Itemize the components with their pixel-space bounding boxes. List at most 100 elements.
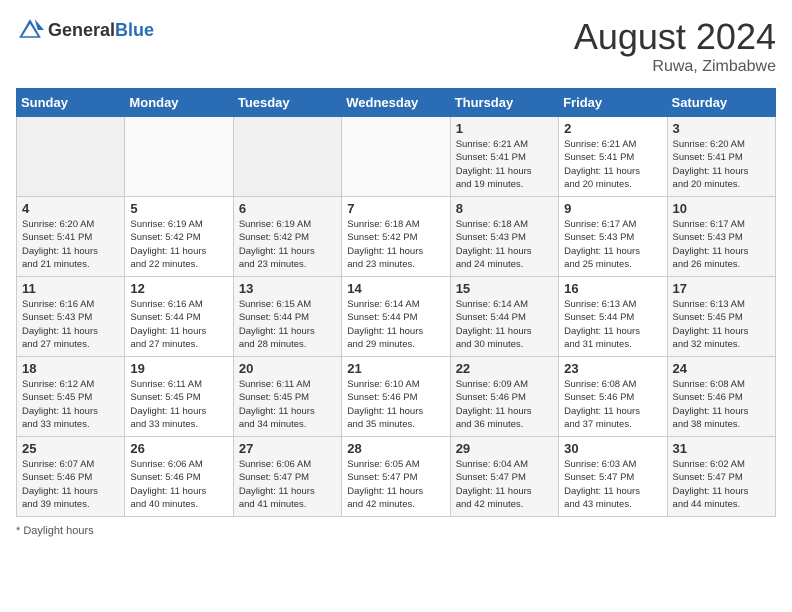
day-number: 25 [22, 441, 119, 456]
day-info: Sunrise: 6:06 AM Sunset: 5:47 PM Dayligh… [239, 458, 336, 511]
calendar-cell: 30Sunrise: 6:03 AM Sunset: 5:47 PM Dayli… [559, 437, 667, 517]
day-number: 17 [673, 281, 770, 296]
day-info: Sunrise: 6:20 AM Sunset: 5:41 PM Dayligh… [22, 218, 119, 271]
day-info: Sunrise: 6:20 AM Sunset: 5:41 PM Dayligh… [673, 138, 770, 191]
day-number: 24 [673, 361, 770, 376]
day-info: Sunrise: 6:16 AM Sunset: 5:44 PM Dayligh… [130, 298, 227, 351]
col-header-monday: Monday [125, 89, 233, 117]
calendar-cell: 6 Sunrise: 6:19 AM Sunset: 5:42 PM Daylig… [233, 197, 341, 277]
day-info: Sunrise: 6:21 AM Sunset: 5:41 PM Dayligh… [564, 138, 661, 191]
calendar-week-row: 11 Sunrise: 6:16 AM Sunset: 5:43 PM Dayli… [17, 277, 776, 357]
calendar-cell: 29Sunrise: 6:04 AM Sunset: 5:47 PM Dayli… [450, 437, 558, 517]
calendar-cell: 8 Sunrise: 6:18 AM Sunset: 5:43 PM Daylig… [450, 197, 558, 277]
calendar-cell [233, 117, 341, 197]
day-info: Sunrise: 6:18 AM Sunset: 5:43 PM Dayligh… [456, 218, 553, 271]
calendar-cell: 31Sunrise: 6:02 AM Sunset: 5:47 PM Dayli… [667, 437, 775, 517]
calendar-cell: 26Sunrise: 6:06 AM Sunset: 5:46 PM Dayli… [125, 437, 233, 517]
calendar-cell: 18Sunrise: 6:12 AM Sunset: 5:45 PM Dayli… [17, 357, 125, 437]
day-number: 4 [22, 201, 119, 216]
col-header-thursday: Thursday [450, 89, 558, 117]
calendar-cell [342, 117, 450, 197]
col-header-saturday: Saturday [667, 89, 775, 117]
calendar-week-row: 4 Sunrise: 6:20 AM Sunset: 5:41 PM Daylig… [17, 197, 776, 277]
header: GeneralBlue August 2024 Ruwa, Zimbabwe [16, 16, 776, 76]
day-info: Sunrise: 6:11 AM Sunset: 5:45 PM Dayligh… [239, 378, 336, 431]
footer-note: * Daylight hours [16, 525, 776, 537]
title-area: August 2024 Ruwa, Zimbabwe [574, 16, 776, 76]
day-number: 18 [22, 361, 119, 376]
day-number: 22 [456, 361, 553, 376]
day-number: 21 [347, 361, 444, 376]
col-header-wednesday: Wednesday [342, 89, 450, 117]
day-number: 10 [673, 201, 770, 216]
day-info: Sunrise: 6:09 AM Sunset: 5:46 PM Dayligh… [456, 378, 553, 431]
calendar-cell: 22 Sunrise: 6:09 AM Sunset: 5:46 PM Dayli… [450, 357, 558, 437]
day-number: 23 [564, 361, 661, 376]
logo-blue-text: Blue [115, 20, 154, 40]
col-header-sunday: Sunday [17, 89, 125, 117]
location-subtitle: Ruwa, Zimbabwe [574, 58, 776, 76]
day-number: 5 [130, 201, 227, 216]
day-info: Sunrise: 6:19 AM Sunset: 5:42 PM Dayligh… [239, 218, 336, 271]
logo-general-text: General [48, 20, 115, 40]
calendar-cell: 16Sunrise: 6:13 AM Sunset: 5:44 PM Dayli… [559, 277, 667, 357]
calendar-cell: 11 Sunrise: 6:16 AM Sunset: 5:43 PM Dayli… [17, 277, 125, 357]
day-number: 28 [347, 441, 444, 456]
day-info: Sunrise: 6:21 AM Sunset: 5:41 PM Dayligh… [456, 138, 553, 191]
calendar-cell: 2Sunrise: 6:21 AM Sunset: 5:41 PM Daylig… [559, 117, 667, 197]
day-number: 15 [456, 281, 553, 296]
calendar-cell: 19 Sunrise: 6:11 AM Sunset: 5:45 PM Dayli… [125, 357, 233, 437]
day-number: 3 [673, 121, 770, 136]
col-header-friday: Friday [559, 89, 667, 117]
day-info: Sunrise: 6:18 AM Sunset: 5:42 PM Dayligh… [347, 218, 444, 271]
calendar-cell: 12 Sunrise: 6:16 AM Sunset: 5:44 PM Dayli… [125, 277, 233, 357]
calendar-cell: 13Sunrise: 6:15 AM Sunset: 5:44 PM Dayli… [233, 277, 341, 357]
day-number: 30 [564, 441, 661, 456]
calendar-table: SundayMondayTuesdayWednesdayThursdayFrid… [16, 88, 776, 517]
calendar-cell: 23 Sunrise: 6:08 AM Sunset: 5:46 PM Dayli… [559, 357, 667, 437]
calendar-cell: 21Sunrise: 6:10 AM Sunset: 5:46 PM Dayli… [342, 357, 450, 437]
day-number: 31 [673, 441, 770, 456]
logo: GeneralBlue [16, 16, 154, 44]
day-info: Sunrise: 6:08 AM Sunset: 5:46 PM Dayligh… [673, 378, 770, 431]
day-number: 27 [239, 441, 336, 456]
day-info: Sunrise: 6:13 AM Sunset: 5:44 PM Dayligh… [564, 298, 661, 351]
calendar-cell [125, 117, 233, 197]
calendar-cell: 28 Sunrise: 6:05 AM Sunset: 5:47 PM Dayli… [342, 437, 450, 517]
calendar-cell: 4 Sunrise: 6:20 AM Sunset: 5:41 PM Daylig… [17, 197, 125, 277]
calendar-cell: 5Sunrise: 6:19 AM Sunset: 5:42 PM Daylig… [125, 197, 233, 277]
day-info: Sunrise: 6:14 AM Sunset: 5:44 PM Dayligh… [456, 298, 553, 351]
day-info: Sunrise: 6:17 AM Sunset: 5:43 PM Dayligh… [564, 218, 661, 271]
day-info: Sunrise: 6:04 AM Sunset: 5:47 PM Dayligh… [456, 458, 553, 511]
calendar-cell: 3 Sunrise: 6:20 AM Sunset: 5:41 PM Daylig… [667, 117, 775, 197]
day-number: 11 [22, 281, 119, 296]
calendar-week-row: 25 Sunrise: 6:07 AM Sunset: 5:46 PM Dayli… [17, 437, 776, 517]
day-number: 26 [130, 441, 227, 456]
day-number: 8 [456, 201, 553, 216]
day-number: 12 [130, 281, 227, 296]
day-info: Sunrise: 6:13 AM Sunset: 5:45 PM Dayligh… [673, 298, 770, 351]
calendar-cell: 24 Sunrise: 6:08 AM Sunset: 5:46 PM Dayli… [667, 357, 775, 437]
day-info: Sunrise: 6:16 AM Sunset: 5:43 PM Dayligh… [22, 298, 119, 351]
calendar-cell: 17 Sunrise: 6:13 AM Sunset: 5:45 PM Dayli… [667, 277, 775, 357]
day-info: Sunrise: 6:17 AM Sunset: 5:43 PM Dayligh… [673, 218, 770, 271]
calendar-cell: 25 Sunrise: 6:07 AM Sunset: 5:46 PM Dayli… [17, 437, 125, 517]
day-number: 20 [239, 361, 336, 376]
calendar-cell: 9Sunrise: 6:17 AM Sunset: 5:43 PM Daylig… [559, 197, 667, 277]
day-info: Sunrise: 6:14 AM Sunset: 5:44 PM Dayligh… [347, 298, 444, 351]
calendar-cell: 20 Sunrise: 6:11 AM Sunset: 5:45 PM Dayli… [233, 357, 341, 437]
calendar-cell: 1Sunrise: 6:21 AM Sunset: 5:41 PM Daylig… [450, 117, 558, 197]
day-info: Sunrise: 6:05 AM Sunset: 5:47 PM Dayligh… [347, 458, 444, 511]
calendar-cell: 27 Sunrise: 6:06 AM Sunset: 5:47 PM Dayli… [233, 437, 341, 517]
day-number: 14 [347, 281, 444, 296]
calendar-cell: 10 Sunrise: 6:17 AM Sunset: 5:43 PM Dayli… [667, 197, 775, 277]
day-info: Sunrise: 6:08 AM Sunset: 5:46 PM Dayligh… [564, 378, 661, 431]
daylight-hours-label: Daylight hours [23, 525, 93, 537]
day-info: Sunrise: 6:15 AM Sunset: 5:44 PM Dayligh… [239, 298, 336, 351]
day-info: Sunrise: 6:11 AM Sunset: 5:45 PM Dayligh… [130, 378, 227, 431]
calendar-week-row: 1Sunrise: 6:21 AM Sunset: 5:41 PM Daylig… [17, 117, 776, 197]
day-number: 19 [130, 361, 227, 376]
day-info: Sunrise: 6:07 AM Sunset: 5:46 PM Dayligh… [22, 458, 119, 511]
day-number: 7 [347, 201, 444, 216]
day-number: 6 [239, 201, 336, 216]
